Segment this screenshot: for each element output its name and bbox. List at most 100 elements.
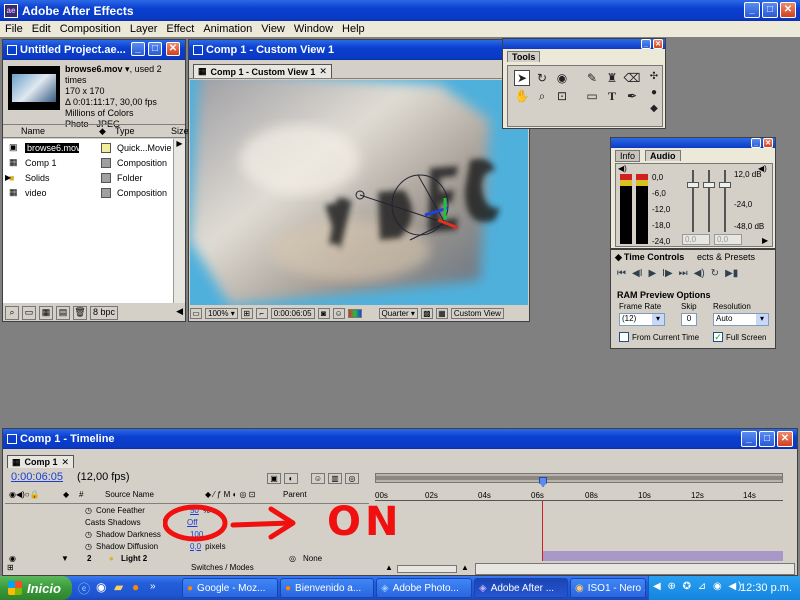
right-level-readout[interactable]: 0,0: [714, 234, 742, 245]
stopwatch-icon[interactable]: ◷: [85, 530, 92, 539]
rectangle-tool-icon[interactable]: ▭: [584, 88, 600, 104]
ram-preview-icon[interactable]: ▶▮: [725, 268, 738, 282]
from-current-time-checkbox[interactable]: From Current Time: [619, 332, 699, 342]
bit-depth-button[interactable]: 8 bpc: [90, 306, 119, 320]
timeline-tab[interactable]: ▦ Comp 1 ✕: [7, 455, 75, 468]
stopwatch-icon[interactable]: ◷: [85, 542, 92, 551]
list-item[interactable]: ▦ Comp 1 Composition: [9, 155, 167, 170]
quick-launch-explorer-icon[interactable]: ▰: [114, 580, 123, 594]
previous-frame-icon[interactable]: ◀I: [632, 268, 642, 282]
audio-menu-icon[interactable]: ▶: [762, 236, 768, 245]
quick-launch-media-icon[interactable]: ◉: [96, 580, 106, 594]
motion-blur-icon[interactable]: ◎: [345, 473, 359, 484]
comp-tab[interactable]: ▦ Comp 1 - Custom View 1 ✕: [193, 64, 332, 78]
resolution-select[interactable]: Auto ▾: [713, 313, 769, 326]
zoom-slider[interactable]: [397, 565, 457, 573]
timeline-maximize-button[interactable]: □: [759, 431, 775, 447]
tray-icons[interactable]: ◀ ⊕ ✪ ⊿ ◉ ◀): [653, 581, 743, 592]
snapshot-icon[interactable]: ◙: [317, 307, 330, 319]
last-frame-icon[interactable]: ⏭: [679, 268, 688, 282]
menu-animation[interactable]: Animation: [203, 23, 252, 35]
list-item[interactable]: ▣ browse6.mov Quick...Movie: [9, 140, 172, 155]
scroll-left-icon[interactable]: ◀: [176, 306, 183, 320]
audio-toggle-icon[interactable]: ◀): [694, 268, 705, 282]
pen-tool-icon[interactable]: ✒: [624, 88, 640, 104]
timeline-minimize-button[interactable]: _: [741, 431, 757, 447]
source-name-header[interactable]: Source Name: [105, 490, 154, 499]
menu-composition[interactable]: Composition: [60, 23, 121, 35]
task-button-active[interactable]: ◈ Adobe After ...: [474, 578, 568, 598]
text-tool-icon[interactable]: T: [604, 88, 620, 104]
time-navigator[interactable]: [375, 473, 783, 483]
view-axis-icon[interactable]: ◆: [646, 100, 662, 116]
layer-name[interactable]: Light 2: [121, 554, 147, 563]
expand-switches-icon[interactable]: ⊞: [7, 563, 14, 572]
roi-icon[interactable]: ▩: [420, 307, 433, 319]
view-dropdown[interactable]: Custom View: [450, 307, 504, 319]
column-size[interactable]: Size: [171, 126, 189, 136]
draft-3d-icon[interactable]: ◐: [284, 473, 298, 484]
world-axis-icon[interactable]: ●: [646, 84, 662, 100]
grid-icon[interactable]: ⌐: [255, 307, 268, 319]
zoom-in-icon[interactable]: ▲: [461, 563, 469, 572]
first-frame-icon[interactable]: ⏮: [617, 268, 626, 282]
expand-arrow-icon[interactable]: ▶: [5, 173, 11, 182]
new-folder-icon[interactable]: ▭: [22, 306, 36, 320]
find-icon[interactable]: ⌕: [5, 306, 19, 320]
menu-layer[interactable]: Layer: [130, 23, 158, 35]
menu-file[interactable]: File: [5, 23, 23, 35]
visibility-icon[interactable]: ◉: [9, 554, 23, 563]
parent-dropdown[interactable]: None: [303, 554, 322, 563]
show-snapshot-icon[interactable]: ☺: [332, 307, 345, 319]
menu-effect[interactable]: Effect: [166, 23, 194, 35]
start-button[interactable]: Inicio: [0, 576, 72, 600]
switches-modes-toggle[interactable]: Switches / Modes: [191, 563, 254, 572]
task-button[interactable]: ● Bienvenido a...: [280, 578, 374, 598]
shy-layers-icon[interactable]: ☺: [311, 473, 325, 484]
channel-icon[interactable]: [347, 308, 362, 318]
expand-arrow-icon[interactable]: ▼: [61, 554, 69, 563]
comp-timecode[interactable]: 0:00:06:05: [270, 307, 315, 319]
brush-tool-icon[interactable]: ✎: [584, 70, 600, 86]
volume-slider-right[interactable]: [719, 170, 731, 232]
new-comp-icon[interactable]: ▦: [39, 306, 53, 320]
task-button[interactable]: ● Google - Moz...: [182, 578, 278, 598]
always-preview-icon[interactable]: ▭: [190, 307, 202, 319]
column-type[interactable]: Type: [115, 126, 135, 136]
timeline-hscrollbar[interactable]: [475, 563, 795, 575]
selection-tool-icon[interactable]: ➤: [514, 70, 530, 86]
tools-minimize-button[interactable]: _: [641, 39, 651, 49]
full-screen-checkbox[interactable]: ✓ Full Screen: [713, 332, 766, 342]
menu-help[interactable]: Help: [342, 23, 365, 35]
list-item[interactable]: ▦ video Composition: [9, 185, 167, 200]
menu-window[interactable]: Window: [294, 23, 333, 35]
parent-header[interactable]: Parent: [283, 490, 307, 499]
next-frame-icon[interactable]: I▶: [662, 268, 672, 282]
task-button[interactable]: ◉ ISO1 - Nero ...: [570, 578, 646, 598]
task-button[interactable]: ◈ Adobe Photo...: [376, 578, 472, 598]
eraser-tool-icon[interactable]: ⌫: [624, 70, 641, 86]
left-level-readout[interactable]: 0,0: [682, 234, 710, 245]
comp-canvas[interactable]: [190, 80, 528, 305]
column-name[interactable]: Name: [21, 126, 45, 136]
rotation-tool-icon[interactable]: ↻: [534, 70, 550, 86]
tab-audio[interactable]: Audio: [645, 150, 681, 161]
safe-zones-icon[interactable]: ⊞: [240, 307, 253, 319]
quick-launch-ie-icon[interactable]: ⓔ: [78, 580, 90, 597]
tab-effects-presets[interactable]: ects & Presets: [697, 252, 755, 262]
resolution-dropdown[interactable]: Quarter ▾: [378, 307, 418, 319]
settings-icon[interactable]: ▤: [56, 306, 70, 320]
tab-info[interactable]: Info: [615, 150, 641, 162]
tab-time-controls[interactable]: ◆ Time Controls: [613, 252, 686, 263]
project-close-button[interactable]: ✕: [166, 42, 180, 56]
pan-behind-tool-icon[interactable]: ⊡: [554, 88, 570, 104]
play-icon[interactable]: ▶: [648, 268, 656, 282]
skip-input[interactable]: 0: [681, 313, 697, 326]
maximize-button[interactable]: □: [762, 2, 778, 18]
camera-orbit-tool-icon[interactable]: ◉: [554, 70, 570, 86]
stopwatch-icon[interactable]: ◷: [85, 506, 92, 515]
timeline-close-button[interactable]: ✕: [777, 431, 793, 447]
frame-blending-icon[interactable]: ▥: [328, 473, 342, 484]
quick-launch-expand-icon[interactable]: »: [150, 581, 156, 592]
tools-close-button[interactable]: ✕: [653, 39, 663, 49]
